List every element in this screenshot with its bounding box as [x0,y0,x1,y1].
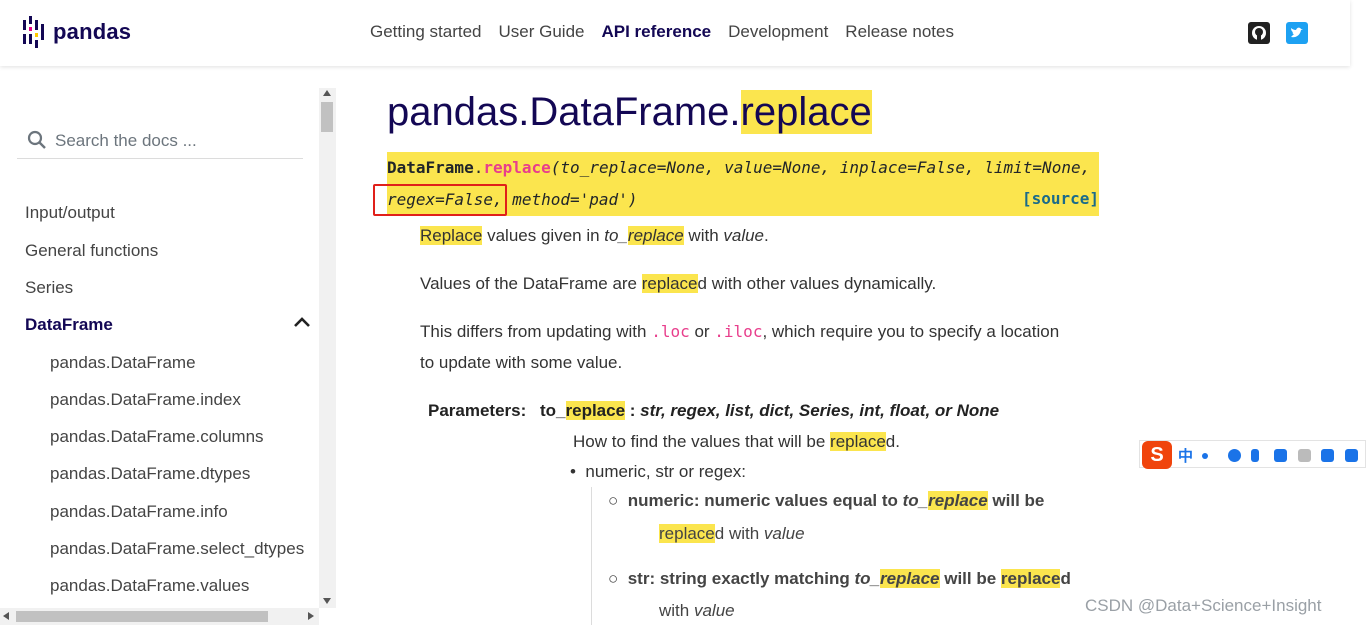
sidebar-subitem[interactable]: pandas.DataFrame.values [50,576,249,596]
sidebar-item-series[interactable]: Series [25,278,73,298]
sidebar-subitem[interactable]: pandas.DataFrame.columns [50,427,264,447]
emoji-icon[interactable] [1228,449,1241,462]
watermark: CSDN @Data+Science+Insight [1085,596,1322,615]
scroll-up-icon[interactable] [323,90,331,96]
twitter-icon[interactable] [1286,22,1308,44]
scrollbar-thumb[interactable] [321,102,333,132]
sidebar-item-input-output[interactable]: Input/output [25,203,115,223]
pandas-logo[interactable]: pandas [22,16,131,48]
sidebar-subitem[interactable]: pandas.DataFrame.dtypes [50,464,250,484]
sidebar-vertical-scrollbar[interactable] [319,88,336,608]
grid-menu-icon[interactable] [1345,449,1358,462]
keyboard-icon[interactable] [1274,449,1287,462]
sidebar-subitem[interactable]: pandas.DataFrame.info [50,502,228,522]
chevron-up-icon[interactable] [293,315,311,329]
punctuation-icon[interactable] [1202,453,1208,459]
loc-note-paragraph-line2: to update with some value. [420,353,623,372]
scroll-left-icon[interactable] [3,612,9,620]
list-item: ○ numeric: numeric values equal to to_re… [608,491,1045,510]
nav-release-notes[interactable]: Release notes [845,22,954,42]
search-box[interactable]: Search the docs ... [17,120,303,159]
nav-user-guide[interactable]: User Guide [499,22,585,42]
sogou-logo-icon[interactable]: S [1142,441,1172,469]
ime-toolbar[interactable]: S 中 [1139,440,1366,469]
sidebar-subitem[interactable]: pandas.DataFrame.index [50,390,241,410]
scroll-down-icon[interactable] [323,598,331,604]
loc-note-paragraph: This differs from updating with .loc or … [420,322,1060,341]
scrollbar-thumb[interactable] [16,611,268,622]
loc-code[interactable]: .loc [651,322,690,341]
page-title: pandas.DataFrame.replace [387,90,872,134]
annotation-red-box [373,184,507,216]
description-paragraph: Values of the DataFrame are replaced wit… [420,274,937,293]
sidebar-item-dataframe[interactable]: DataFrame [25,315,113,335]
list-item: ○ str: string exactly matching to_replac… [608,569,1071,588]
user-icon[interactable] [1298,449,1311,462]
nav-development[interactable]: Development [728,22,828,42]
top-navbar: pandas Getting started User Guide API re… [0,0,1350,66]
list-item: • numeric, str or regex: [570,462,747,481]
ime-language-toggle[interactable]: 中 [1178,445,1193,466]
param-description: How to find the values that will be repl… [573,432,900,451]
search-input[interactable]: Search the docs ... [55,131,197,151]
pandas-logo-icon [23,16,44,48]
main-nav: Getting started User Guide API reference… [370,22,971,42]
sidebar-horizontal-scrollbar[interactable] [0,608,319,625]
sidebar-subitem[interactable]: pandas.DataFrame.select_dtypes [50,539,304,559]
github-icon[interactable] [1248,22,1270,44]
param-to-replace: to_replace : str, regex, list, dict, Ser… [540,401,1000,420]
skin-icon[interactable] [1321,449,1334,462]
parameters-label: Parameters: [428,401,527,420]
summary-paragraph: Replace values given in to_replace with … [420,226,769,245]
iloc-code[interactable]: .iloc [714,322,762,341]
nav-api-reference[interactable]: API reference [602,22,712,42]
microphone-icon[interactable] [1251,449,1259,462]
source-link[interactable]: [source] [1022,189,1099,208]
scroll-right-icon[interactable] [308,612,314,620]
brand-name: pandas [53,19,132,44]
list-item-continuation: replaced with value [659,524,805,543]
search-icon [27,130,46,149]
sidebar-item-general-functions[interactable]: General functions [25,241,158,261]
sidebar-subitem[interactable]: pandas.DataFrame [50,353,196,373]
list-item-continuation: with value [659,601,735,620]
sublist-divider [591,487,592,625]
nav-getting-started[interactable]: Getting started [370,22,482,42]
